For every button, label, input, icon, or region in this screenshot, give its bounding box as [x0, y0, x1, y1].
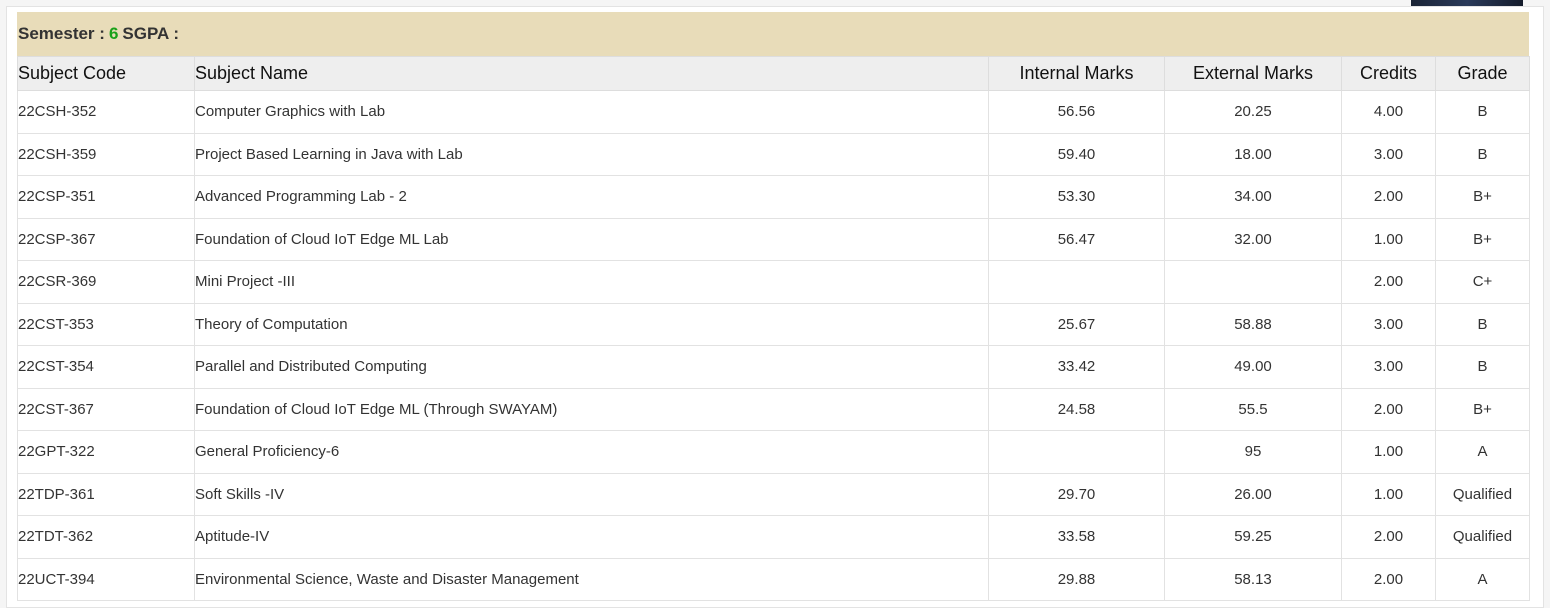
subject-name-cell: Environmental Science, Waste and Disaste…	[194, 557, 989, 601]
table-row: 22CSH-359 Project Based Learning in Java …	[17, 132, 1530, 176]
grade-cell: B+	[1435, 387, 1530, 431]
subject-name-cell: Theory of Computation	[194, 302, 989, 346]
grade-cell: A	[1435, 430, 1530, 474]
credits-cell: 1.00	[1341, 472, 1436, 516]
semester-header: Semester : 6 SGPA :	[17, 12, 1529, 56]
grade-cell: B	[1435, 345, 1530, 389]
internal-marks-cell: 29.70	[988, 472, 1165, 516]
subject-name-cell: General Proficiency-6	[194, 430, 989, 474]
subject-name-cell: Soft Skills -IV	[194, 472, 989, 516]
table-header-row: Subject Code Subject Name Internal Marks…	[17, 56, 1530, 91]
subject-code-cell: 22CST-353	[17, 302, 195, 346]
subject-name-cell: Advanced Programming Lab - 2	[194, 175, 989, 219]
internal-marks-cell: 56.47	[988, 217, 1165, 261]
semester-number: 6	[108, 24, 119, 43]
credits-cell: 3.00	[1341, 302, 1436, 346]
header-grade: Grade	[1435, 56, 1530, 91]
external-marks-cell: 58.13	[1164, 557, 1342, 601]
internal-marks-cell	[988, 260, 1165, 304]
credits-cell: 1.00	[1341, 430, 1436, 474]
subject-name-cell: Project Based Learning in Java with Lab	[194, 132, 989, 176]
internal-marks-cell: 29.88	[988, 557, 1165, 601]
external-marks-cell: 32.00	[1164, 217, 1342, 261]
grade-cell: B	[1435, 90, 1530, 134]
credits-cell: 2.00	[1341, 260, 1436, 304]
grade-cell: Qualified	[1435, 472, 1530, 516]
grade-cell: B+	[1435, 217, 1530, 261]
subject-name-cell: Foundation of Cloud IoT Edge ML (Through…	[194, 387, 989, 431]
credits-cell: 3.00	[1341, 345, 1436, 389]
subject-code-cell: 22UCT-394	[17, 557, 195, 601]
external-marks-cell: 20.25	[1164, 90, 1342, 134]
grade-cell: Qualified	[1435, 515, 1530, 559]
subject-code-cell: 22TDP-361	[17, 472, 195, 516]
subject-code-cell: 22TDT-362	[17, 515, 195, 559]
subject-name-cell: Parallel and Distributed Computing	[194, 345, 989, 389]
table-row: 22CSH-352 Computer Graphics with Lab 56.56…	[17, 90, 1530, 134]
internal-marks-cell	[988, 430, 1165, 474]
external-marks-cell: 58.88	[1164, 302, 1342, 346]
credits-cell: 1.00	[1341, 217, 1436, 261]
table-row: 22UCT-394 Environmental Science, Waste an…	[17, 557, 1530, 601]
table-row: 22CST-367 Foundation of Cloud IoT Edge ML…	[17, 387, 1530, 431]
header-external-marks: External Marks	[1164, 56, 1342, 91]
table-row: 22CST-354 Parallel and Distributed Comput…	[17, 345, 1530, 389]
credits-cell: 2.00	[1341, 387, 1436, 431]
subject-code-cell: 22CSR-369	[17, 260, 195, 304]
grade-cell: B	[1435, 302, 1530, 346]
subject-name-cell: Computer Graphics with Lab	[194, 90, 989, 134]
subject-name-cell: Aptitude-IV	[194, 515, 989, 559]
external-marks-cell: 18.00	[1164, 132, 1342, 176]
table-row: 22CSP-367 Foundation of Cloud IoT Edge ML…	[17, 217, 1530, 261]
subject-code-cell: 22CSP-367	[17, 217, 195, 261]
credits-cell: 3.00	[1341, 132, 1436, 176]
internal-marks-cell: 25.67	[988, 302, 1165, 346]
header-internal-marks: Internal Marks	[988, 56, 1165, 91]
header-credits: Credits	[1341, 56, 1436, 91]
table-row: 22CST-353 Theory of Computation 25.67 58.88…	[17, 302, 1530, 346]
subject-code-cell: 22CST-354	[17, 345, 195, 389]
credits-cell: 4.00	[1341, 90, 1436, 134]
subject-code-cell: 22CST-367	[17, 387, 195, 431]
external-marks-cell: 59.25	[1164, 515, 1342, 559]
header-subject-code: Subject Code	[17, 56, 195, 91]
external-marks-cell: 49.00	[1164, 345, 1342, 389]
external-marks-cell: 26.00	[1164, 472, 1342, 516]
table-row: 22CSR-369 Mini Project -III 2.00 C+	[17, 260, 1530, 304]
credits-cell: 2.00	[1341, 557, 1436, 601]
grade-cell: B+	[1435, 175, 1530, 219]
internal-marks-cell: 53.30	[988, 175, 1165, 219]
internal-marks-cell: 33.58	[988, 515, 1165, 559]
table-row: 22CSP-351 Advanced Programming Lab - 2 53.…	[17, 175, 1530, 219]
grade-cell: C+	[1435, 260, 1530, 304]
semester-label: Semester :	[18, 24, 105, 43]
credits-cell: 2.00	[1341, 515, 1436, 559]
sgpa-label: SGPA :	[122, 24, 180, 43]
credits-cell: 2.00	[1341, 175, 1436, 219]
external-marks-cell: 55.5	[1164, 387, 1342, 431]
external-marks-cell	[1164, 260, 1342, 304]
internal-marks-cell: 33.42	[988, 345, 1165, 389]
subject-code-cell: 22GPT-322	[17, 430, 195, 474]
table-row: 22TDP-361 Soft Skills -IV 29.70 26.00 1.00 Qu…	[17, 472, 1530, 516]
avatar	[1411, 0, 1523, 6]
internal-marks-cell: 56.56	[988, 90, 1165, 134]
results-table: Subject Code Subject Name Internal Marks…	[17, 56, 1530, 601]
table-row: 22GPT-322 General Proficiency-6 95 1.00 A	[17, 430, 1530, 474]
subject-name-cell: Foundation of Cloud IoT Edge ML Lab	[194, 217, 989, 261]
subject-name-cell: Mini Project -III	[194, 260, 989, 304]
internal-marks-cell: 24.58	[988, 387, 1165, 431]
grade-cell: B	[1435, 132, 1530, 176]
header-subject-name: Subject Name	[194, 56, 989, 91]
subject-code-cell: 22CSP-351	[17, 175, 195, 219]
external-marks-cell: 95	[1164, 430, 1342, 474]
external-marks-cell: 34.00	[1164, 175, 1342, 219]
subject-code-cell: 22CSH-359	[17, 132, 195, 176]
internal-marks-cell: 59.40	[988, 132, 1165, 176]
grade-cell: A	[1435, 557, 1530, 601]
subject-code-cell: 22CSH-352	[17, 90, 195, 134]
table-row: 22TDT-362 Aptitude-IV 33.58 59.25 2.00 Qualif…	[17, 515, 1530, 559]
